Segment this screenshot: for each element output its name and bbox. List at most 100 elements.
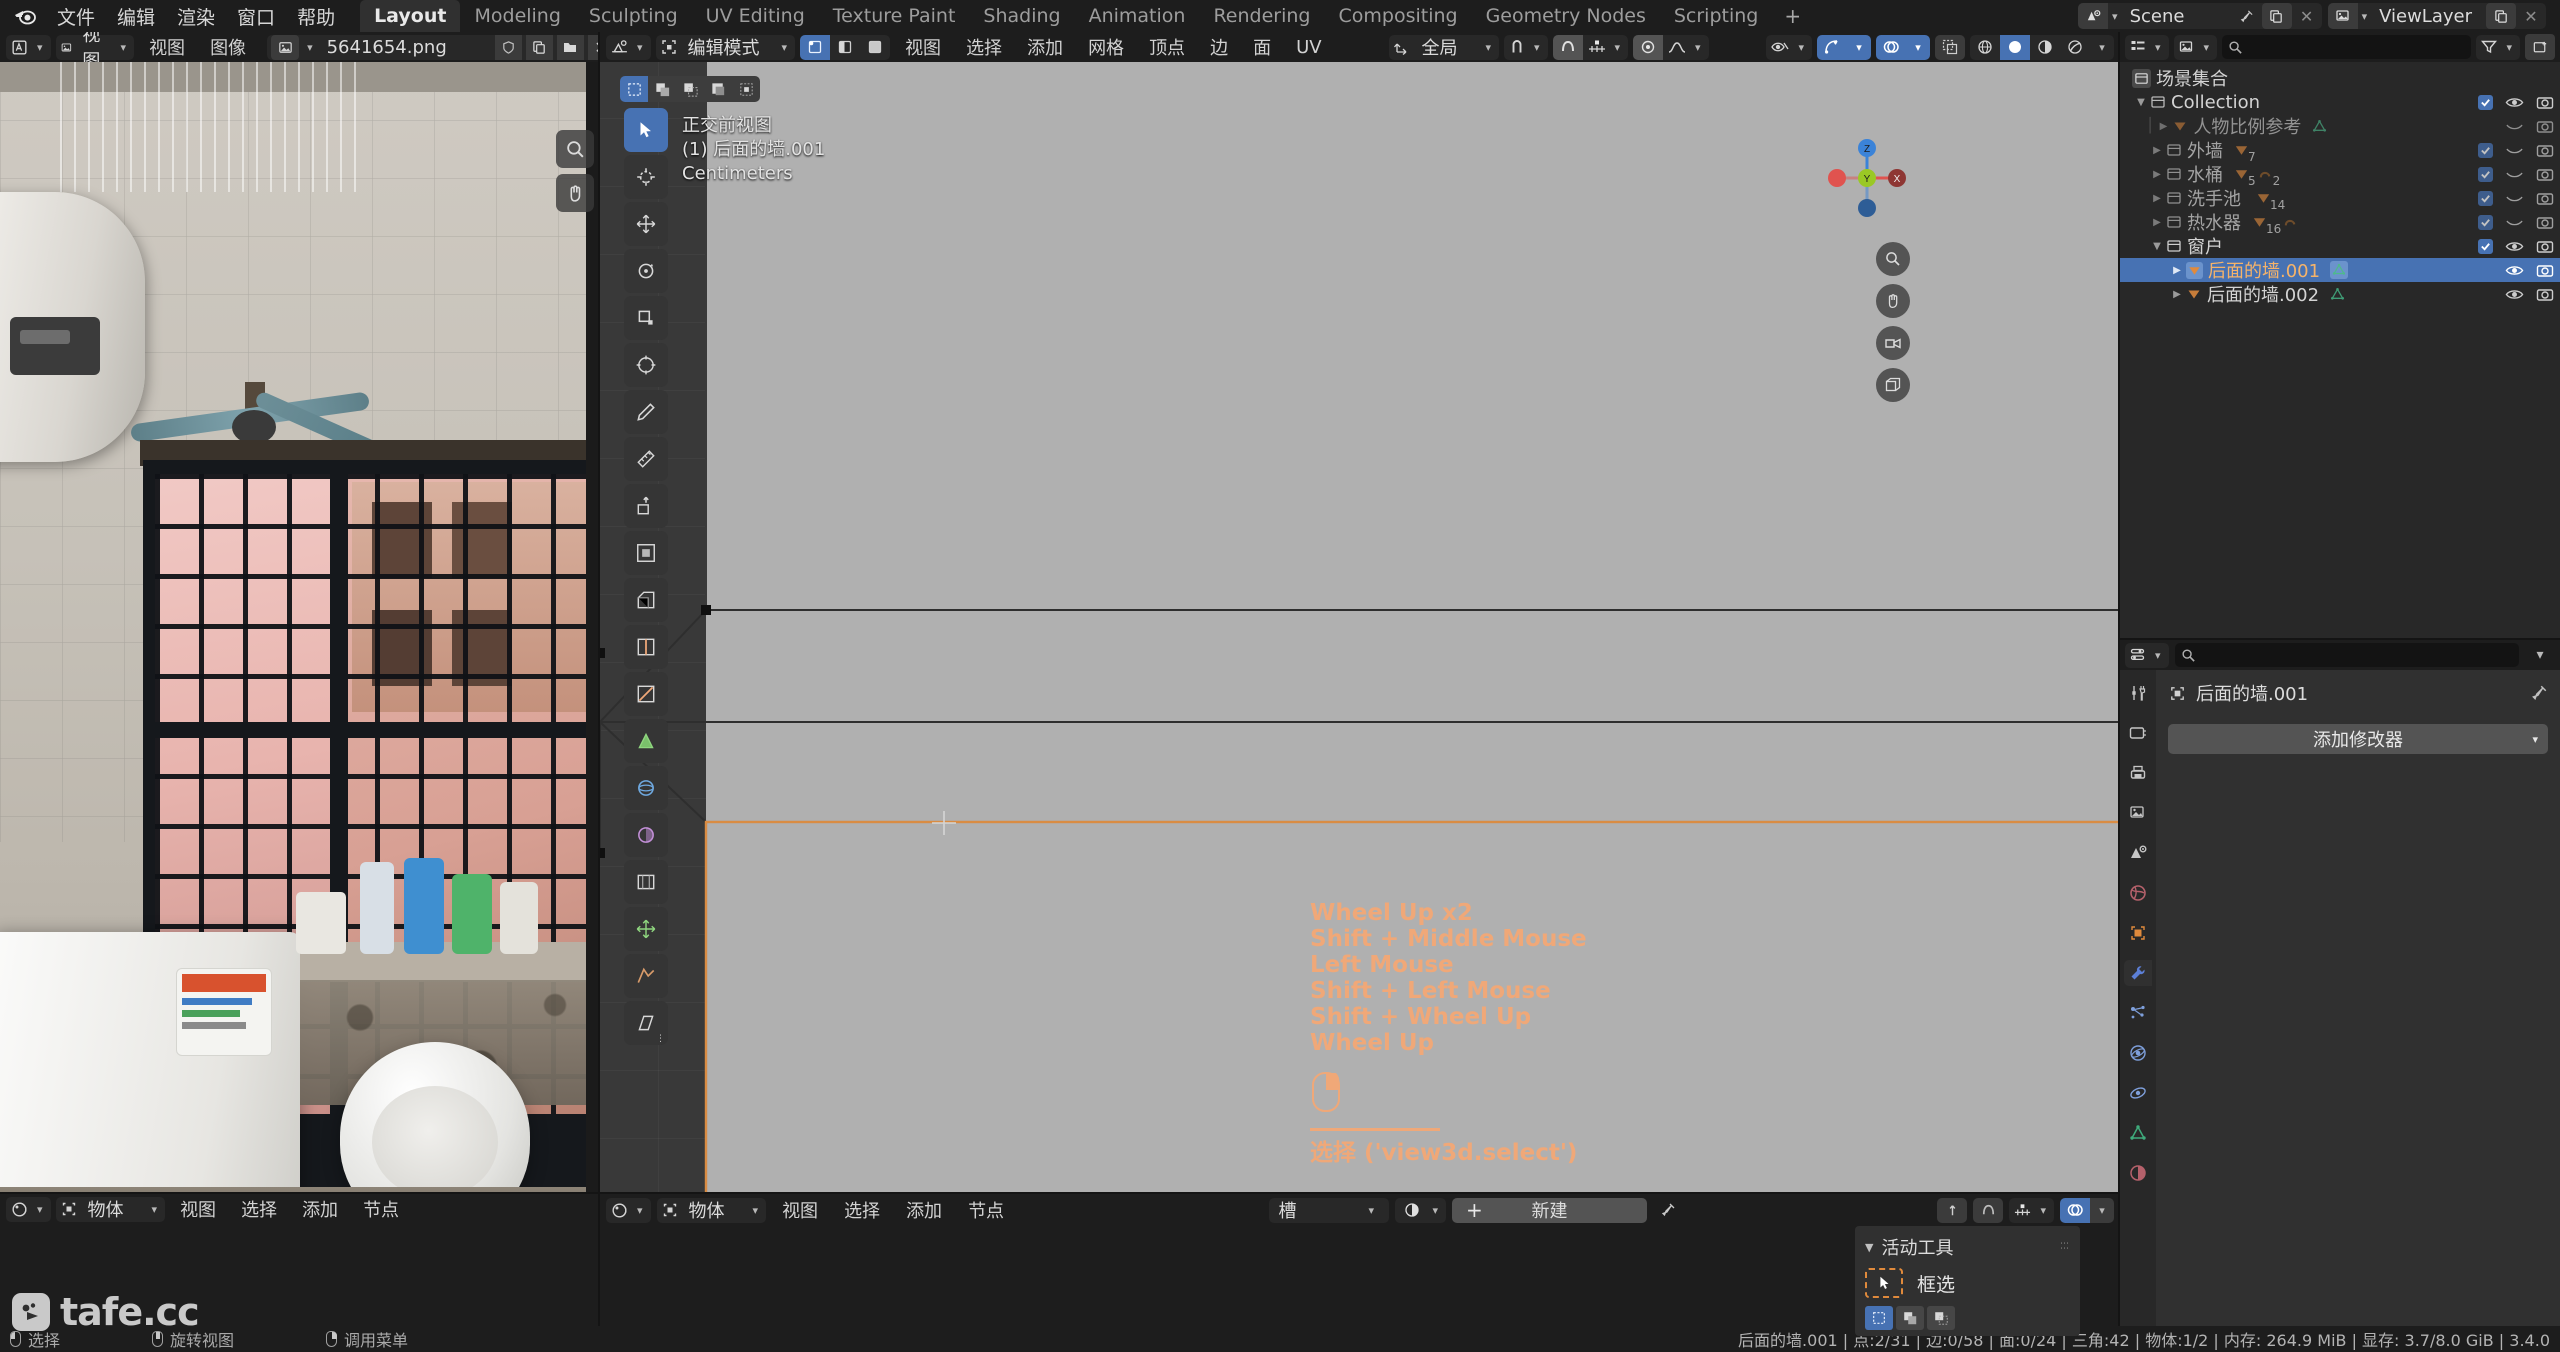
edge-slide-tool-icon[interactable] (624, 860, 668, 904)
new-viewlayer-icon[interactable] (2486, 3, 2516, 29)
constraints-tab-icon[interactable] (2124, 1080, 2152, 1106)
eye-closed-icon[interactable] (2505, 143, 2524, 158)
viewport-menu-edge[interactable]: 边 (1200, 32, 1238, 62)
gizmo-icon[interactable] (1817, 34, 1847, 60)
transform-orientation-selector[interactable]: 全局 ▾ (1389, 34, 1499, 60)
shader-snap-target-selector[interactable]: ▾ (2009, 1197, 2054, 1223)
tab-sculpting[interactable]: Sculpting (575, 0, 692, 32)
menu-help[interactable]: 帮助 (286, 0, 346, 33)
close-icon[interactable]: ✕ (2292, 3, 2322, 29)
camera-icon[interactable] (2536, 191, 2554, 206)
magnet-shader-icon[interactable] (1973, 1197, 2004, 1223)
shader-menu-view[interactable]: 视图 (772, 1195, 828, 1225)
bl-menu-view[interactable]: 视图 (170, 1194, 226, 1224)
shader-type-selector[interactable]: 物体 ▾ (656, 1197, 767, 1223)
outliner-display-mode-selector[interactable]: ▾ (2173, 34, 2218, 60)
transform-tool-icon[interactable] (624, 343, 668, 387)
shader-overlay-chevron-down-icon[interactable]: ▾ (2090, 1197, 2114, 1223)
folder-icon[interactable] (556, 34, 584, 60)
outliner-row-ren-wu-bi-li-can-kao[interactable]: │ ▶ 人物比例参考 (2120, 114, 2560, 138)
material-shading-icon[interactable] (2030, 34, 2060, 60)
scale-tool-icon[interactable] (624, 296, 668, 340)
magnet-icon[interactable] (1552, 34, 1583, 60)
camera-icon[interactable] (2536, 263, 2554, 278)
image-canvas[interactable] (0, 62, 600, 1194)
select-extend-overlay-icon[interactable] (648, 76, 676, 102)
viewport-menu-view[interactable]: 视图 (895, 32, 951, 62)
chevron-right-icon[interactable]: ▶ (2148, 169, 2166, 180)
shader-editor-type-selector[interactable]: ▾ (606, 1197, 651, 1223)
bottom-left-shader-type-selector[interactable]: 物体 ▾ (55, 1196, 166, 1222)
face-select-mode-icon[interactable] (860, 34, 891, 60)
outliner-row-collection[interactable]: ▼ Collection (2120, 90, 2560, 114)
world-tab-icon[interactable] (2124, 880, 2152, 906)
close-viewlayer-icon[interactable]: ✕ (2516, 3, 2546, 29)
camera-icon[interactable] (2536, 119, 2554, 134)
xray-icon[interactable] (1935, 34, 1965, 60)
chevron-down-icon[interactable]: ▼ (2148, 241, 2166, 252)
move-tool-icon[interactable] (624, 202, 668, 246)
tab-texture-paint[interactable]: Texture Paint (819, 0, 970, 32)
rotate-tool-icon[interactable] (624, 249, 668, 293)
material-tab-icon[interactable] (2124, 1160, 2152, 1186)
chevron-right-icon[interactable]: ▶ (2148, 193, 2166, 204)
solid-shading-icon[interactable] (2000, 34, 2030, 60)
viewport-menu-mesh[interactable]: 网格 (1078, 32, 1134, 62)
spin-tool-icon[interactable] (624, 766, 668, 810)
tab-shading[interactable]: Shading (969, 0, 1074, 32)
measure-tool-icon[interactable] (624, 437, 668, 481)
shrink-fatten-tool-icon[interactable] (624, 907, 668, 951)
active-tool-panel-header[interactable]: ▼ 活动工具 ⋯ ⋯ (1855, 1226, 2080, 1264)
new-material-button[interactable]: + 新建 (1452, 1197, 1648, 1223)
select-subtract-overlay-icon[interactable] (676, 76, 704, 102)
physics-tab-icon[interactable] (2124, 1040, 2152, 1066)
new-scene-icon[interactable] (2261, 3, 2292, 29)
eye-closed-icon[interactable] (2505, 191, 2524, 206)
camera-icon[interactable] (2536, 95, 2554, 110)
new-collection-icon[interactable] (2525, 34, 2555, 60)
outliner-row-xi-shou-chi[interactable]: ▶ 洗手池 14 (2120, 186, 2560, 212)
shading-chevron-down-icon[interactable]: ▾ (2090, 34, 2114, 60)
subtract-icon[interactable] (1927, 1306, 1955, 1330)
add-modifier-button[interactable]: 添加修改器 ▾ (2168, 724, 2548, 754)
tab-geometry-nodes[interactable]: Geometry Nodes (1472, 0, 1660, 32)
tab-rendering[interactable]: Rendering (1199, 0, 1324, 32)
checkbox-icon[interactable] (2478, 238, 2493, 254)
select-box-tool-icon[interactable]: ⋮ (624, 108, 668, 1044)
camera-nav-icon[interactable] (1876, 326, 1910, 360)
camera-icon[interactable] (2536, 215, 2554, 230)
eye-open-icon[interactable] (2505, 95, 2524, 110)
menu-window[interactable]: 窗口 (226, 0, 286, 33)
viewport-menu-uv[interactable]: UV (1286, 35, 1332, 60)
add-workspace-button[interactable]: + (1772, 0, 1813, 32)
material-datablock-selector[interactable]: ▾ (1394, 1197, 1447, 1223)
shader-overlay-icon[interactable] (2060, 1197, 2090, 1223)
image-editor-mode-selector[interactable]: 视图 ▾ (55, 32, 135, 72)
annotate-tool-icon[interactable] (624, 390, 668, 434)
extend-icon[interactable] (1896, 1306, 1924, 1330)
eye-open-icon[interactable] (2505, 263, 2524, 278)
divider-horizontal-right[interactable] (2118, 638, 2560, 640)
shader-menu-select[interactable]: 选择 (834, 1195, 890, 1225)
rendered-shading-icon[interactable] (2060, 34, 2090, 60)
rip-region-tool-icon[interactable] (624, 954, 668, 998)
checkbox-icon[interactable] (2478, 214, 2493, 230)
select-intersect-overlay-icon[interactable] (704, 76, 732, 102)
outliner-editor-type-selector[interactable]: ▾ (2125, 34, 2169, 60)
viewport-menu-add[interactable]: 添加 (1017, 32, 1073, 62)
scene-selector[interactable]: ▾ Scene ✕ (2078, 3, 2322, 29)
pan-icon[interactable] (556, 174, 594, 212)
outliner-row-chuang-hu[interactable]: ▼ 窗户 (2120, 234, 2560, 258)
menu-render[interactable]: 渲染 (166, 0, 226, 33)
object-tab-icon[interactable] (2124, 920, 2152, 946)
viewport-editor-type-selector[interactable]: ▾ (606, 34, 651, 60)
menu-file[interactable]: 文件 (46, 0, 106, 33)
pan-nav-icon[interactable] (1876, 284, 1910, 318)
select-box-overlay-icon[interactable] (620, 76, 648, 102)
poly-build-tool-icon[interactable] (624, 719, 668, 763)
inset-faces-tool-icon[interactable] (624, 531, 668, 575)
eye-open-icon[interactable] (2505, 287, 2524, 302)
zoom-nav-icon[interactable] (1876, 242, 1910, 276)
cursor-tool-icon[interactable] (624, 155, 668, 199)
render-tab-icon[interactable] (2124, 720, 2152, 746)
